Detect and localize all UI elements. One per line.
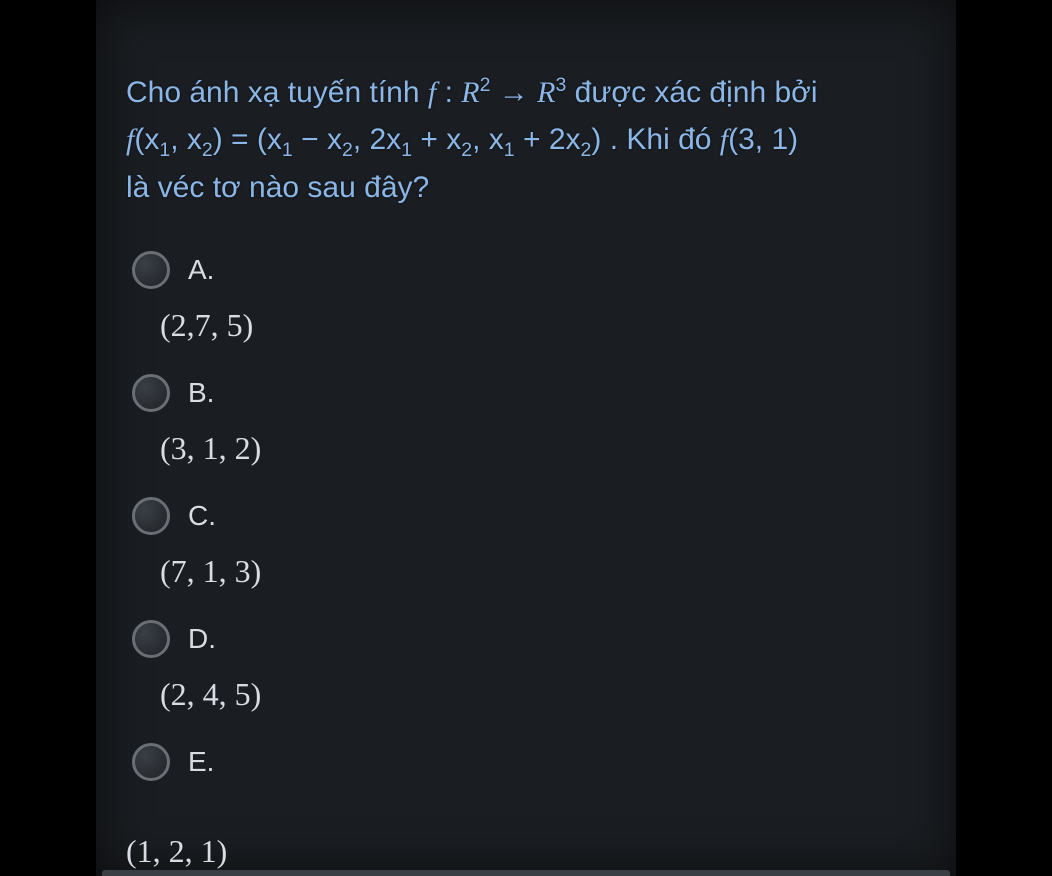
option-value: (2,7, 5) [160,307,926,344]
q2-l: (3, 1) [728,123,798,156]
radio-icon[interactable] [132,251,170,289]
q2-j: ) . Khi đó [591,123,719,156]
option-head: C. [132,497,926,535]
option-letter: E. [188,746,214,778]
option-letter: D. [188,623,216,655]
q2-s7: 1 [504,139,515,161]
q-R1: R [461,76,479,109]
option-b[interactable]: B. (3, 1, 2) [126,374,926,467]
q2-d: ) = (x [213,123,282,156]
option-letter: A. [188,254,214,286]
q-arrow: → [499,76,537,109]
q2-s5: 1 [401,139,412,161]
question-panel: Cho ánh xạ tuyến tính f : R2 → R3 được x… [96,0,956,876]
option-letter: C. [188,500,216,532]
q-post1: được xác định bởi [575,76,818,109]
radio-icon[interactable] [132,620,170,658]
q-sup3: 3 [555,74,566,96]
q-part: Cho ánh xạ tuyến tính [126,76,428,109]
option-head: B. [132,374,926,412]
q2-c: , x [170,123,202,156]
q2-i: + 2x [515,123,581,156]
q2-s4: 2 [342,139,353,161]
option-head: A. [132,251,926,289]
q2-f2: , 2x [353,123,401,156]
option-e-value-cut: (1, 2, 1) [126,833,227,870]
q-R2: R [537,76,555,109]
q-line3: là véc tơ nào sau đây? [126,171,429,204]
option-d[interactable]: D. (2, 4, 5) [126,620,926,713]
q2-s8: 2 [581,139,592,161]
option-head: D. [132,620,926,658]
q2-k: f [720,123,728,156]
option-e[interactable]: E. [126,743,926,781]
radio-icon[interactable] [132,374,170,412]
app-frame: Cho ánh xạ tuyến tính f : R2 → R3 được x… [0,0,1052,876]
q2-s6: 2 [461,139,472,161]
option-value: (7, 1, 3) [160,553,926,590]
question-text: Cho ánh xạ tuyến tính f : R2 → R3 được x… [126,70,926,211]
q2-s2: 2 [202,139,213,161]
radio-icon[interactable] [132,743,170,781]
q2-s3: 1 [282,139,293,161]
option-value: (3, 1, 2) [160,430,926,467]
q2-s1: 1 [159,139,170,161]
q-colon: : [445,76,462,109]
q2-b: (x [134,123,159,156]
bottom-edge [102,870,950,876]
q2-e: − x [293,123,342,156]
options-list: A. (2,7, 5) B. (3, 1, 2) C. (7, 1, 3) [126,251,926,781]
option-a[interactable]: A. (2,7, 5) [126,251,926,344]
q2-g: + x [412,123,461,156]
q2-h: , x [472,123,504,156]
option-value: (2, 4, 5) [160,676,926,713]
option-c[interactable]: C. (7, 1, 3) [126,497,926,590]
radio-icon[interactable] [132,497,170,535]
q-sup2: 2 [480,74,491,96]
q-f: f [428,76,436,109]
option-head: E. [132,743,926,781]
option-letter: B. [188,377,214,409]
